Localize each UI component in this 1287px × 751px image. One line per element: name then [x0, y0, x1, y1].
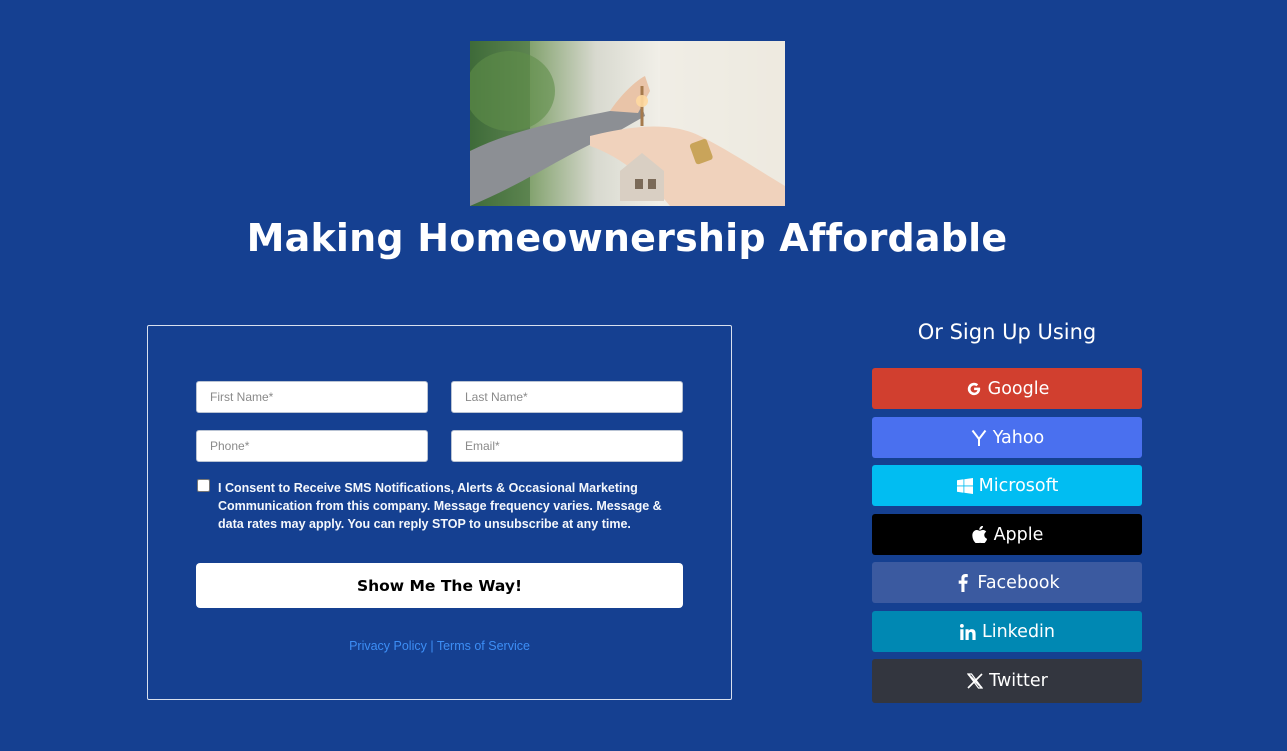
apple-signup-button[interactable]: Apple: [872, 514, 1142, 555]
google-icon: [965, 380, 983, 398]
signup-form: I Consent to Receive SMS Notifications, …: [147, 325, 732, 700]
consent-text: I Consent to Receive SMS Notifications, …: [218, 481, 662, 531]
linkedin-signup-button[interactable]: Linkedin: [872, 611, 1142, 652]
twitter-signup-label: Twitter: [989, 671, 1048, 691]
hero-image: [470, 41, 785, 206]
microsoft-signup-label: Microsoft: [978, 475, 1059, 496]
google-signup-label: Google: [987, 378, 1050, 399]
yahoo-icon: [970, 429, 988, 447]
apple-icon: [971, 526, 989, 544]
phone-input[interactable]: [196, 430, 428, 462]
facebook-signup-button[interactable]: Facebook: [872, 562, 1142, 603]
apple-signup-label: Apple: [993, 524, 1044, 545]
consent-checkbox[interactable]: [197, 479, 210, 492]
first-name-input[interactable]: [196, 381, 428, 413]
submit-button[interactable]: Show Me The Way!: [196, 563, 683, 608]
x-icon: [966, 672, 984, 690]
linkedin-signup-label: Linkedin: [981, 621, 1056, 642]
last-name-input[interactable]: [451, 381, 683, 413]
windows-icon: [956, 477, 974, 495]
linkedin-icon: [959, 623, 977, 641]
email-input[interactable]: [451, 430, 683, 462]
facebook-icon: [954, 573, 972, 592]
twitter-signup-button[interactable]: Twitter: [872, 659, 1142, 703]
facebook-signup-label: Facebook: [977, 572, 1060, 593]
terms-of-service-link[interactable]: Terms of Service: [437, 639, 530, 653]
yahoo-signup-label: Yahoo: [992, 427, 1045, 448]
microsoft-signup-button[interactable]: Microsoft: [872, 465, 1142, 506]
yahoo-signup-button[interactable]: Yahoo: [872, 417, 1142, 458]
link-separator: |: [430, 639, 434, 653]
social-signup-heading: Or Sign Up Using: [917, 320, 1097, 344]
google-signup-button[interactable]: Google: [872, 368, 1142, 409]
privacy-policy-link[interactable]: Privacy Policy: [349, 639, 427, 653]
page-title: Making Homeownership Affordable: [246, 216, 1008, 260]
legal-links: Privacy Policy | Terms of Service: [148, 639, 731, 653]
